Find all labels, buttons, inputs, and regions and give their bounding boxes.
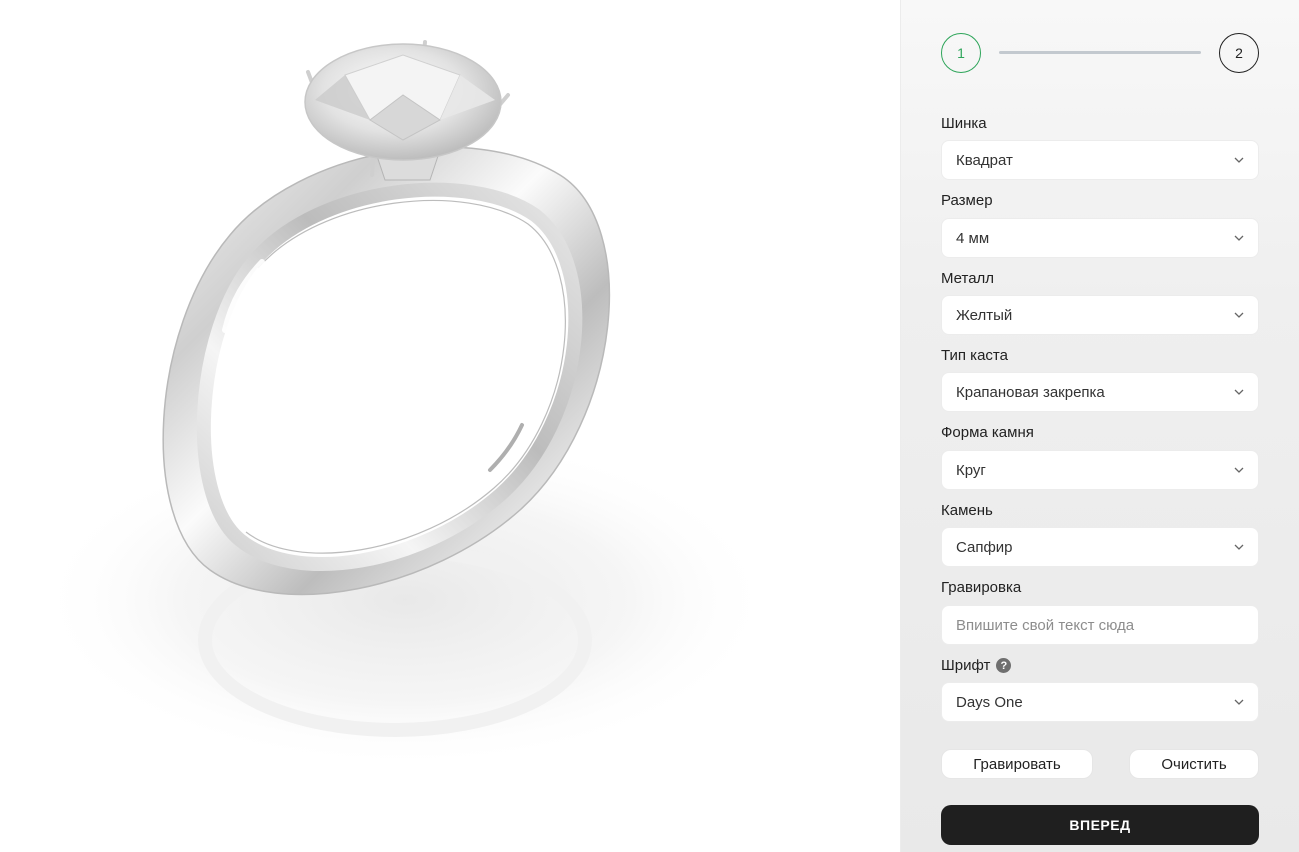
label-font: Шрифт: [941, 657, 991, 674]
engrave-button[interactable]: Гравировать: [941, 749, 1093, 779]
label-stone-shape: Форма камня: [941, 424, 1034, 441]
label-shank: Шинка: [941, 115, 987, 132]
chevron-down-icon: [1234, 389, 1244, 395]
chevron-down-icon: [1234, 699, 1244, 705]
select-stone[interactable]: Сапфир: [941, 527, 1259, 567]
select-setting-type[interactable]: Крапановая закрепка: [941, 372, 1259, 412]
chevron-down-icon: [1234, 544, 1244, 550]
stepper: 1 2: [941, 33, 1259, 73]
next-button[interactable]: ВПЕРЕД: [941, 805, 1259, 845]
select-setting-type-value: Крапановая закрепка: [956, 383, 1105, 401]
select-size-value: 4 мм: [956, 229, 990, 247]
select-metal-value: Желтый: [956, 306, 1013, 324]
label-engraving: Гравировка: [941, 579, 1022, 596]
ring-render[interactable]: [0, 0, 900, 852]
chevron-down-icon: [1234, 157, 1244, 163]
label-size: Размер: [941, 192, 993, 209]
label-setting-type: Тип каста: [941, 347, 1008, 364]
chevron-down-icon: [1234, 312, 1244, 318]
label-font-row: Шрифт ?: [941, 657, 1012, 674]
chevron-down-icon: [1234, 467, 1244, 473]
step-progress-line: [999, 51, 1201, 54]
label-stone: Камень: [941, 502, 993, 519]
select-stone-value: Сапфир: [956, 538, 1013, 556]
select-size[interactable]: 4 мм: [941, 218, 1259, 258]
select-stone-shape-value: Круг: [956, 461, 986, 479]
step-2[interactable]: 2: [1219, 33, 1259, 73]
select-font[interactable]: Days One: [941, 682, 1259, 722]
ring-preview[interactable]: [0, 0, 900, 852]
label-metal: Металл: [941, 270, 995, 287]
select-metal[interactable]: Желтый: [941, 295, 1259, 335]
select-shank[interactable]: Квадрат: [941, 140, 1259, 180]
select-stone-shape[interactable]: Круг: [941, 450, 1259, 490]
select-font-value: Days One: [956, 693, 1023, 711]
select-shank-value: Квадрат: [956, 151, 1013, 169]
help-icon[interactable]: ?: [996, 658, 1012, 673]
config-panel: 1 2 Шинка Квадрат Размер 4 мм Металл Жел…: [900, 0, 1299, 852]
engraving-input[interactable]: [941, 605, 1259, 645]
step-1[interactable]: 1: [941, 33, 981, 73]
chevron-down-icon: [1234, 235, 1244, 241]
clear-button[interactable]: Очистить: [1129, 749, 1259, 779]
